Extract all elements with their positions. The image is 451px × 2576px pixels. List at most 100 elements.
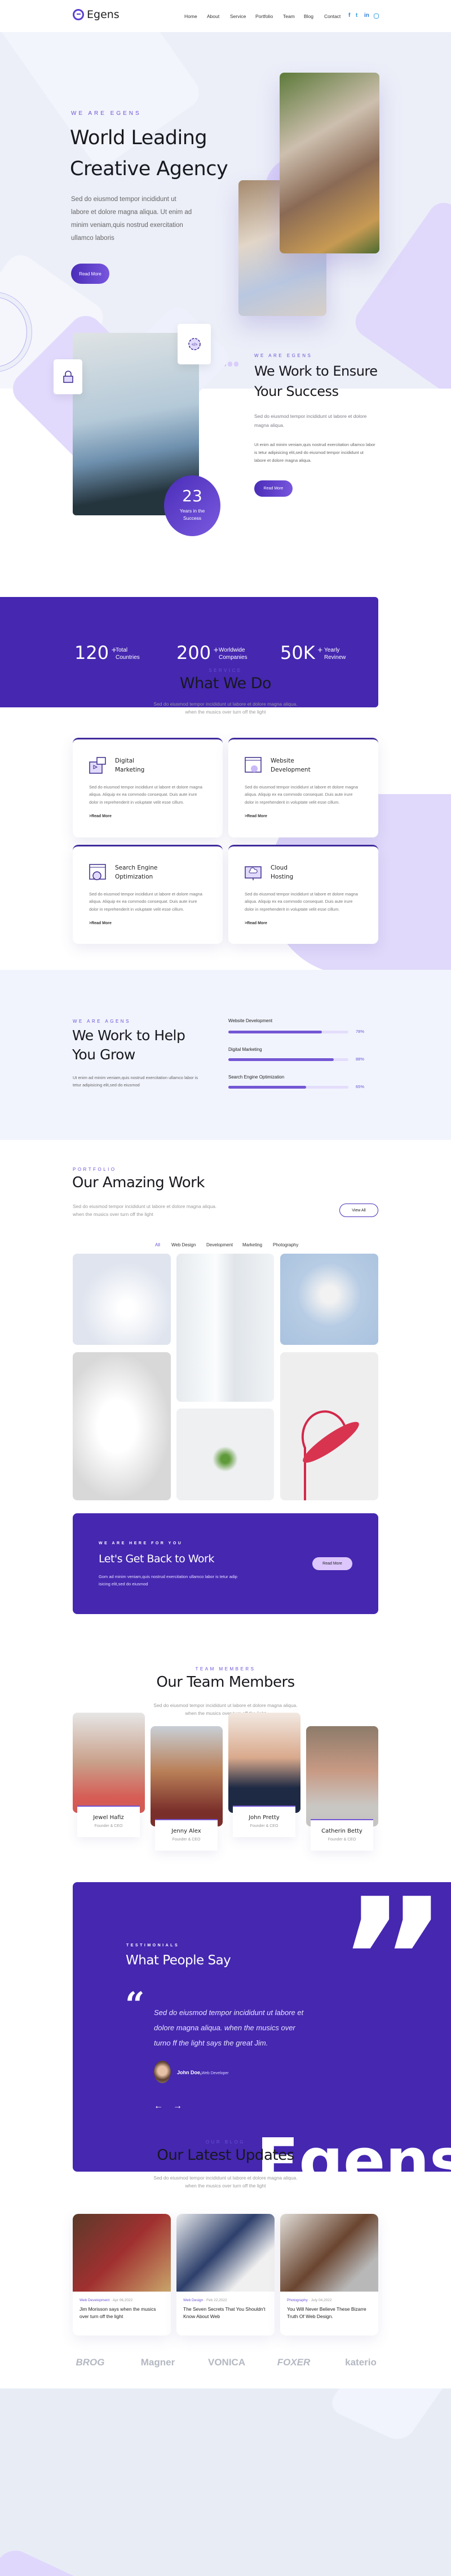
service-desc: Sed do eiusmod tempor incididunt ut labo… [89,892,202,912]
service-read-more-link[interactable]: >Read More [89,921,112,925]
portfolio-item-leaf[interactable] [176,1409,274,1500]
portfolio-eyebrow: PORTFOLIO [73,1167,117,1172]
brand-logo: VONICA [208,2357,246,2368]
twitter-icon[interactable]: t [356,12,357,19]
stat-label: Total Countries [116,647,140,661]
web-dev-icon [245,757,262,773]
next-arrow-icon[interactable]: → [173,2101,182,2111]
blog-image [176,2214,275,2292]
grow-title: We Work to Help You Grow [72,1027,185,1063]
lock-card [54,359,82,394]
service-card: Website Development Sed do eiusmod tempor… [228,738,378,837]
blog-title-link[interactable]: You Will Never Believe These Bizarre Tru… [287,2306,372,2320]
stat-label: Worldwide Companies [219,647,247,661]
about-eyebrow: WE ARE EGENS [254,353,313,358]
filter-photography[interactable]: Photography [273,1242,298,1247]
team-member-card[interactable]: John Pretty Founder & CEO [233,1806,295,1837]
logo[interactable]: Egens [73,8,120,21]
about-read-more-button[interactable]: Read More [254,480,293,497]
logo-icon [73,9,84,20]
services-title: What We Do [179,675,272,692]
blog-category[interactable]: Photography [287,2298,308,2302]
skill-label: Search Engine Optimization [228,1075,285,1080]
service-desc: Sed do eiusmod tempor incididunt ut labo… [245,785,358,805]
about-text-2: Ut enim ad minim veniam,quis nostrud exe… [254,442,375,463]
nav-contact[interactable]: Contact [324,14,341,19]
filter-all[interactable]: All [155,1242,160,1247]
filter-marketing[interactable]: Marketing [242,1242,262,1247]
brand-logo: Magner [140,2357,175,2368]
service-title: Website Development [271,757,311,773]
stat-item: 50K + [280,642,323,663]
blog-category[interactable]: Web Development [79,2298,109,2302]
portfolio-item-lamp[interactable] [73,1352,171,1500]
service-read-more-link[interactable]: >Read More [89,814,112,818]
grow-eyebrow: WE ARE AGENS [73,1019,131,1024]
slider-dot[interactable] [234,362,238,367]
grow-section [0,970,451,1140]
service-desc: Sed do eiusmod tempor incididunt ut labo… [89,785,202,805]
reviewer: John Doe,Web Developer [177,2070,229,2075]
blog-card[interactable]: Web Development · Apr 06,2022 Jim Morisso… [73,2214,171,2336]
skill-progress-fill [228,1058,334,1061]
blog-date: Apr 06,2022 [112,2298,133,2302]
blog-card[interactable]: Photography · July 04,2022 You Will Never… [280,2214,378,2336]
team-subtitle: Sed do eiusmod tempor incididunt ut labo… [153,1703,298,1716]
team-member-card[interactable]: Jenny Alex Founder & CEO [155,1819,218,1851]
nav-team[interactable]: Team [283,14,295,19]
testimonial-quote: Sed do eiusmod tempor incididunt ut labo… [154,2008,304,2047]
blog-eyebrow: OUR BLOG [205,2140,246,2145]
skill-label: Digital Marketing [228,1047,262,1052]
brand-logo: BROG [76,2357,105,2368]
service-title: Cloud Hosting [271,864,294,880]
linkedin-icon[interactable]: in [364,12,369,19]
blog-title-link[interactable]: The Seven Secrets That You Shouldn't Kno… [183,2306,268,2320]
quote-icon: “ [125,1985,145,2025]
service-read-more-link[interactable]: >Read More [245,814,267,818]
nav-service[interactable]: Service [230,14,246,19]
blog-date: July 04,2022 [311,2298,332,2302]
services-subtitle: Sed do eiusmod tempor incididunt ut labo… [153,701,298,715]
brand-logo: FOXER [277,2357,311,2368]
skill-progress-bar [228,1031,348,1033]
svg-text:</>: </> [191,343,197,347]
blog-category[interactable]: Web Design [183,2298,203,2302]
testimonial-title: What People Say [126,1953,231,1968]
filter-web-design[interactable]: Web Design [171,1242,196,1247]
blog-card[interactable]: Web Design · Feb 22,2022 The Seven Secret… [176,2214,275,2336]
nav-blog[interactable]: Blog [304,14,313,19]
team-eyebrow: TEAM MEMBERS [195,1666,256,1672]
portfolio-item-cylinder[interactable] [176,1254,274,1402]
service-read-more-link[interactable]: >Read More [245,921,267,925]
brand-name: Egens [87,8,120,21]
nav-home[interactable]: Home [184,14,197,19]
portfolio-item-drone[interactable] [280,1254,378,1345]
team-member-card[interactable]: Catherin Betty Founder & CEO [311,1819,373,1851]
slider-dot[interactable] [228,362,232,367]
blog-title-link[interactable]: Jim Morisson says when the musics over t… [79,2306,164,2320]
lock-icon [63,371,73,383]
view-all-button[interactable]: View All [339,1204,378,1217]
cta-read-more-button[interactable]: Read More [312,1557,352,1570]
blog-image [73,2214,171,2292]
instagram-icon[interactable] [374,14,379,19]
prev-arrow-icon[interactable]: ← [154,2101,163,2111]
portfolio-item-red-lamp[interactable] [280,1352,378,1500]
team-member-card[interactable]: Jewel Hafiz Founder & CEO [77,1806,140,1837]
portfolio-item-earbuds[interactable] [73,1254,171,1345]
facebook-icon[interactable]: f [348,12,350,19]
years-badge: 23 Years in the Success [164,475,220,536]
filter-development[interactable]: Development [206,1242,233,1247]
skill-progress-bar [228,1086,348,1089]
skill-progress-fill [228,1031,322,1033]
service-card: Search Engine Optimization Sed do eiusmod… [73,845,223,944]
testimonial-eyebrow: TESTIMONIALS [126,1944,180,1947]
about-title: We Work to Ensure Your Success [254,363,378,399]
skill-percent: 88% [356,1057,365,1062]
hero-read-more-button[interactable]: Read More [71,264,109,284]
nav-about[interactable]: About [207,14,219,19]
services-eyebrow: SERVICE [209,668,242,673]
nav-portfolio[interactable]: Portfolio [255,14,273,19]
skill-percent: 65% [356,1084,365,1089]
team-title: Our Team Members [156,1674,295,1691]
